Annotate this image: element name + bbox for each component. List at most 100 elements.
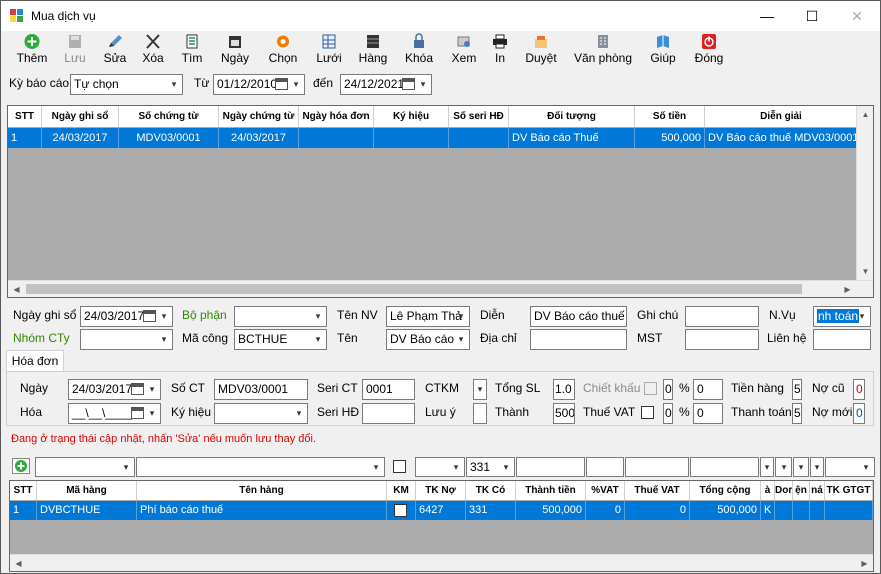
detail-grid-hscroll[interactable]: ◀ ▶ bbox=[10, 554, 873, 571]
close-button[interactable]: ✕ bbox=[834, 1, 880, 31]
serial-invoice-input[interactable] bbox=[362, 403, 415, 424]
filter-total-input[interactable] bbox=[690, 457, 759, 477]
filter-vat-pct-input[interactable] bbox=[586, 457, 624, 477]
grid-button[interactable]: Lưới bbox=[311, 33, 347, 69]
filter-credit-combo[interactable]: 331 ▾ bbox=[466, 457, 515, 477]
scroll-left-icon[interactable]: ◀ bbox=[10, 555, 27, 571]
detail-col-amount[interactable]: Thành tiền bbox=[516, 481, 586, 500]
detail-km-checkbox[interactable] bbox=[394, 504, 407, 517]
voucher-grid-hscroll[interactable]: ◀ ▶ bbox=[8, 280, 873, 297]
promo-combo[interactable]: ▾ bbox=[473, 379, 487, 400]
discount-checkbox[interactable] bbox=[644, 382, 657, 395]
filter-vat-input[interactable] bbox=[625, 457, 689, 477]
goods-button[interactable]: Hàng bbox=[353, 33, 393, 69]
scroll-down-icon[interactable]: ▼ bbox=[857, 263, 873, 280]
report-period-combo[interactable]: Tự chọn ▾ bbox=[70, 74, 183, 95]
name-combo[interactable]: DV Báo cáo ▾ bbox=[386, 329, 470, 350]
goods-amount-input[interactable]: 5 bbox=[792, 379, 802, 400]
filter-col-b-combo[interactable]: ▾ bbox=[775, 457, 792, 477]
detail-table-row[interactable]: 1 DVBCTHUE Phí báo cáo thuế 6427 331 500… bbox=[10, 501, 873, 520]
filter-col-a-combo[interactable]: ▾ bbox=[760, 457, 774, 477]
hscroll-thumb[interactable] bbox=[26, 284, 802, 294]
detail-col-c[interactable]: ện bbox=[793, 481, 810, 500]
delete-button[interactable]: Xóa bbox=[135, 33, 171, 69]
filter-debit-combo[interactable]: ▾ bbox=[415, 457, 465, 477]
select-button[interactable]: Chọn bbox=[263, 33, 303, 69]
col-header-ngay-hoa-don[interactable]: Ngày hóa đơn bbox=[299, 106, 374, 127]
serial-ct-input[interactable]: 0001 bbox=[362, 379, 415, 400]
col-header-ngay-ghi-so[interactable]: Ngày ghi sổ bbox=[42, 106, 119, 127]
scroll-left-icon[interactable]: ◀ bbox=[8, 281, 25, 297]
detail-col-stt[interactable]: STT bbox=[10, 481, 37, 500]
filter-km-checkbox[interactable] bbox=[393, 460, 406, 473]
detail-col-total[interactable]: Tổng cộng bbox=[690, 481, 761, 500]
detail-col-credit[interactable]: TK Có bbox=[466, 481, 516, 500]
company-code-combo[interactable]: BCTHUE ▾ bbox=[234, 329, 327, 350]
filter-col-d-combo[interactable]: ▾ bbox=[810, 457, 824, 477]
new-debt-input[interactable]: 0 bbox=[853, 403, 865, 424]
col-header-stt[interactable]: STT bbox=[8, 106, 42, 127]
symbol-combo[interactable]: ▾ bbox=[214, 403, 308, 424]
add-button[interactable]: Thêm bbox=[11, 33, 53, 69]
print-button[interactable]: In bbox=[487, 33, 513, 69]
date-button[interactable]: Ngày bbox=[215, 33, 255, 69]
address-input[interactable] bbox=[530, 329, 627, 350]
detail-col-b[interactable]: Dor bbox=[775, 481, 793, 500]
discount-pct-input[interactable]: 0 bbox=[663, 379, 673, 400]
department-combo[interactable]: ▾ bbox=[234, 306, 327, 327]
voucher-grid[interactable]: STT Ngày ghi sổ Số chứng từ Ngày chứng t… bbox=[7, 105, 874, 298]
vat-checkbox[interactable] bbox=[641, 406, 654, 419]
save-button[interactable]: Lưu bbox=[57, 33, 93, 69]
tax-code-input[interactable] bbox=[685, 329, 759, 350]
from-date-picker[interactable]: 01/12/2010 ▾ bbox=[213, 74, 305, 95]
company-group-combo[interactable]: ▾ bbox=[80, 329, 173, 350]
minimize-button[interactable]: — bbox=[744, 1, 790, 31]
scroll-right-icon[interactable]: ▶ bbox=[856, 555, 873, 571]
add-detail-button[interactable] bbox=[12, 458, 30, 474]
business-type-combo[interactable]: nh toán ▾ bbox=[813, 306, 871, 327]
discount-amount-input[interactable]: 0 bbox=[693, 379, 723, 400]
tab-invoice[interactable]: Hóa đơn bbox=[6, 350, 64, 372]
detail-col-debit[interactable]: TK Nợ bbox=[416, 481, 466, 500]
vat-pct-input[interactable]: 0 bbox=[663, 403, 673, 424]
detail-col-item-code[interactable]: Mã hàng bbox=[37, 481, 137, 500]
edit-button[interactable]: Sửa bbox=[97, 33, 133, 69]
filter-col-c-combo[interactable]: ▾ bbox=[793, 457, 809, 477]
detail-col-d[interactable]: ná bbox=[810, 481, 825, 500]
office-button[interactable]: Văn phòng bbox=[571, 33, 635, 69]
filter-item-code-combo[interactable]: ▾ bbox=[35, 457, 135, 477]
invoice-date-picker[interactable]: 24/03/2017 ▾ bbox=[68, 379, 161, 400]
filter-gtgt-combo[interactable]: ▾ bbox=[825, 457, 875, 477]
old-debt-input[interactable]: 0 bbox=[853, 379, 865, 400]
voucher-no-input[interactable]: MDV03/0001 bbox=[214, 379, 308, 400]
line-total-input[interactable]: 500 bbox=[553, 403, 575, 424]
help-button[interactable]: Giúp bbox=[645, 33, 681, 69]
posting-date-picker[interactable]: 24/03/2017 ▾ bbox=[80, 306, 173, 327]
detail-cell-km[interactable] bbox=[387, 501, 416, 520]
voucher-grid-vscroll[interactable]: ▲ ▼ bbox=[856, 106, 873, 280]
close-form-button[interactable]: Đóng bbox=[691, 33, 727, 69]
detail-col-a[interactable]: à bbox=[761, 481, 775, 500]
col-header-so-chung-tu[interactable]: Số chứng từ bbox=[119, 106, 219, 127]
invoice-no-date-picker[interactable]: __\__\____ ▾ bbox=[68, 403, 161, 424]
detail-col-item-name[interactable]: Tên hàng bbox=[137, 481, 387, 500]
description-input[interactable]: DV Báo cáo thuế M bbox=[530, 306, 627, 327]
col-header-dien-giai[interactable]: Diễn giải bbox=[705, 106, 858, 127]
search-button[interactable]: Tìm bbox=[175, 33, 209, 69]
approve-button[interactable]: Duyệt bbox=[521, 33, 561, 69]
filter-amount-input[interactable] bbox=[516, 457, 585, 477]
note-input[interactable] bbox=[685, 306, 759, 327]
detail-grid[interactable]: STT Mã hàng Tên hàng KM TK Nợ TK Có Thàn… bbox=[9, 480, 874, 572]
detail-col-vat[interactable]: Thuế VAT bbox=[625, 481, 690, 500]
col-header-doi-tuong[interactable]: Đối tượng bbox=[509, 106, 635, 127]
col-header-ky-hieu[interactable]: Ký hiệu bbox=[374, 106, 449, 127]
lock-button[interactable]: Khóa bbox=[401, 33, 437, 69]
detail-col-gtgt[interactable]: TK GTGT bbox=[825, 481, 873, 500]
detail-col-vat-pct[interactable]: %VAT bbox=[586, 481, 625, 500]
col-header-ngay-chung-tu[interactable]: Ngày chứng từ bbox=[219, 106, 299, 127]
to-date-picker[interactable]: 24/12/2021 ▾ bbox=[340, 74, 432, 95]
view-button[interactable]: Xem bbox=[447, 33, 481, 69]
col-header-so-tien[interactable]: Số tiền bbox=[635, 106, 705, 127]
total-qty-input[interactable]: 1.0 bbox=[553, 379, 575, 400]
maximize-button[interactable]: ☐ bbox=[789, 1, 835, 31]
